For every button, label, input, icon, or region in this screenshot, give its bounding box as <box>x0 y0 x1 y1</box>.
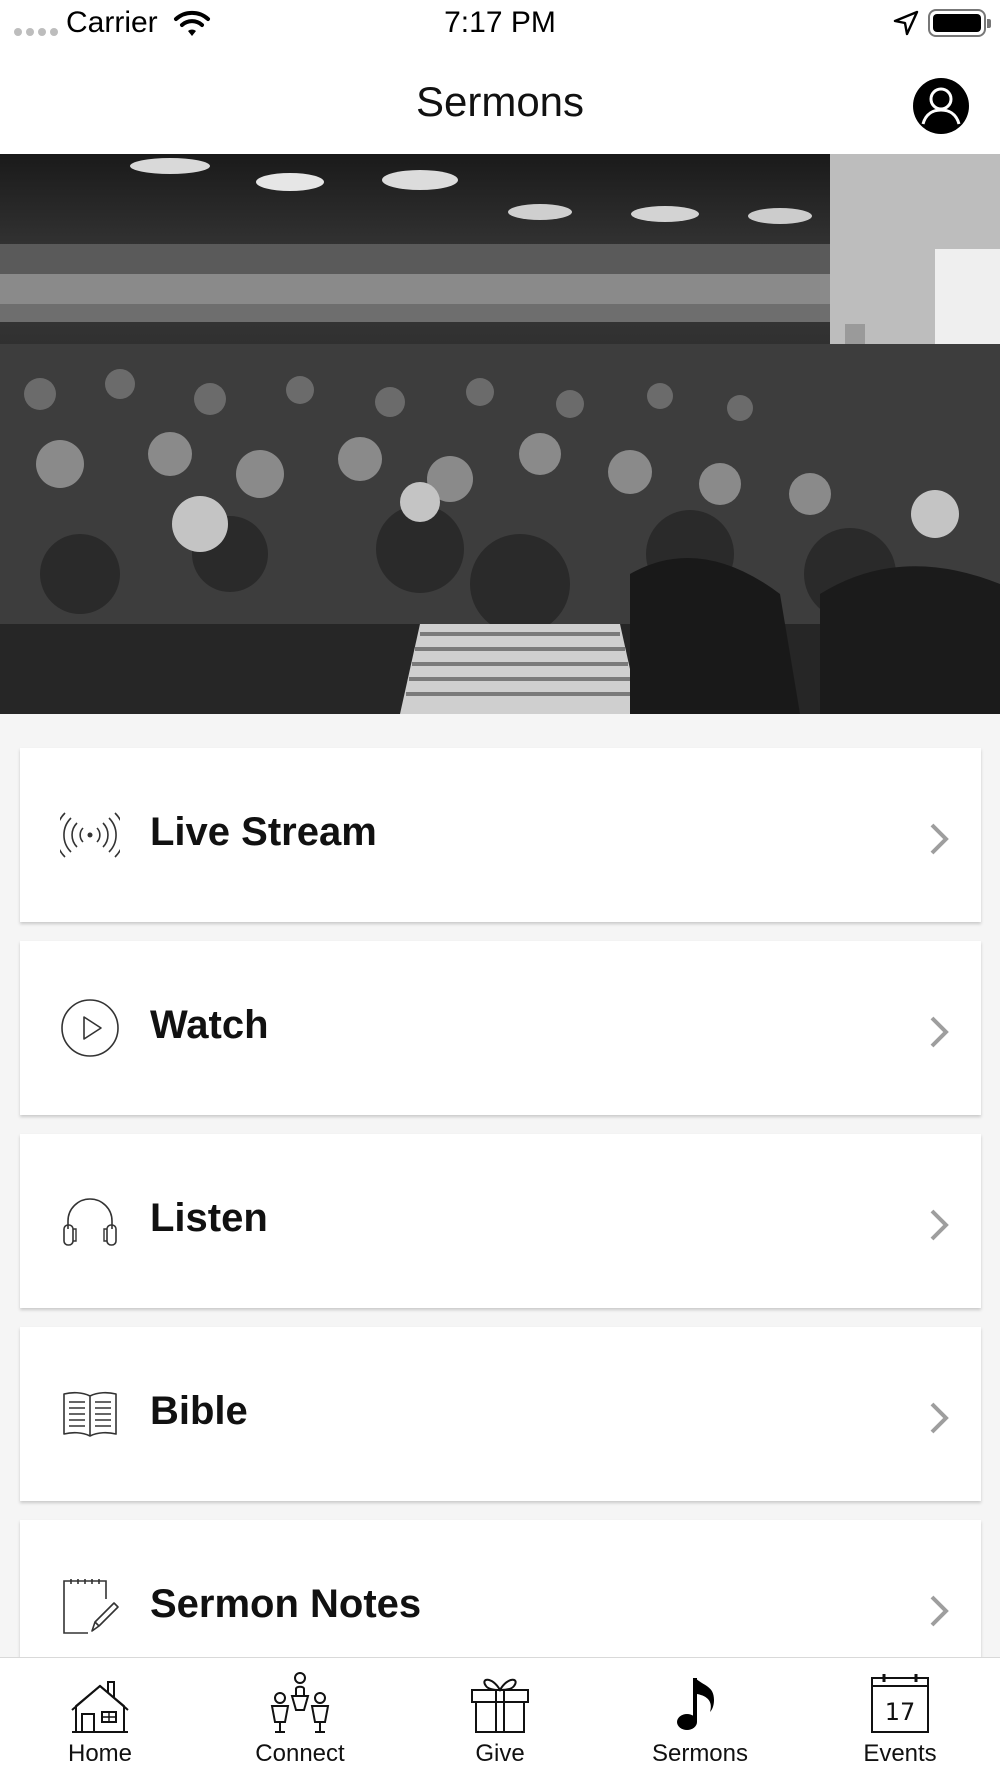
hero-image <box>0 154 1000 714</box>
church-crowd-photo <box>0 154 1000 714</box>
page-title: Sermons <box>415 78 585 125</box>
status-bar: Carrier 7:17 PM <box>0 0 1000 50</box>
navigation-bar: Sermons <box>0 50 1000 154</box>
tab-label: Home <box>67 1740 133 1767</box>
tab-give[interactable]: Give <box>400 1658 600 1778</box>
tab-label: Events <box>863 1740 937 1767</box>
menu-item-bible[interactable]: Bible <box>20 1327 981 1501</box>
menu-item-live-stream[interactable]: Live Stream <box>20 748 981 922</box>
status-time: 7:17 PM <box>444 6 556 39</box>
house-icon <box>71 1681 129 1733</box>
menu-item-label: Watch <box>150 1003 269 1047</box>
profile-icon[interactable] <box>912 77 970 135</box>
music-note-icon <box>677 1678 714 1730</box>
headphones-icon <box>63 1198 117 1246</box>
open-book-icon <box>63 1391 117 1437</box>
broadcast-icon <box>60 812 120 858</box>
tab-bar: Home Connect Give Sermons 17 Events <box>0 1657 1000 1778</box>
tab-sermons[interactable]: Sermons <box>600 1658 800 1778</box>
chevron-right-icon <box>930 1209 949 1241</box>
calendar-day: 17 <box>885 1698 916 1726</box>
menu-item-label: Live Stream <box>150 810 377 854</box>
tab-home[interactable]: Home <box>0 1658 200 1778</box>
chevron-right-icon <box>930 1016 949 1048</box>
chevron-right-icon <box>930 1595 949 1627</box>
people-icon <box>270 1672 330 1733</box>
tab-label: Sermons <box>651 1740 749 1767</box>
menu-item-label: Sermon Notes <box>150 1582 422 1626</box>
tab-connect[interactable]: Connect <box>200 1658 400 1778</box>
calendar-icon: 17 <box>871 1674 929 1733</box>
tab-label: Connect <box>255 1740 345 1767</box>
tab-label: Give <box>475 1740 525 1767</box>
chevron-right-icon <box>930 823 949 855</box>
location-arrow-icon <box>893 10 919 36</box>
play-circle-icon <box>61 999 119 1057</box>
battery-icon <box>928 9 991 37</box>
menu-item-listen[interactable]: Listen <box>20 1134 981 1308</box>
menu-item-label: Bible <box>150 1389 248 1433</box>
menu-item-sermon-notes[interactable]: Sermon Notes <box>20 1520 981 1657</box>
chevron-right-icon <box>930 1402 949 1434</box>
tab-events[interactable]: 17 Events <box>800 1658 1000 1778</box>
menu-item-watch[interactable]: Watch <box>20 941 981 1115</box>
notepad-pencil-icon <box>63 1579 119 1634</box>
menu-item-label: Listen <box>150 1196 268 1240</box>
gift-icon <box>471 1678 529 1733</box>
